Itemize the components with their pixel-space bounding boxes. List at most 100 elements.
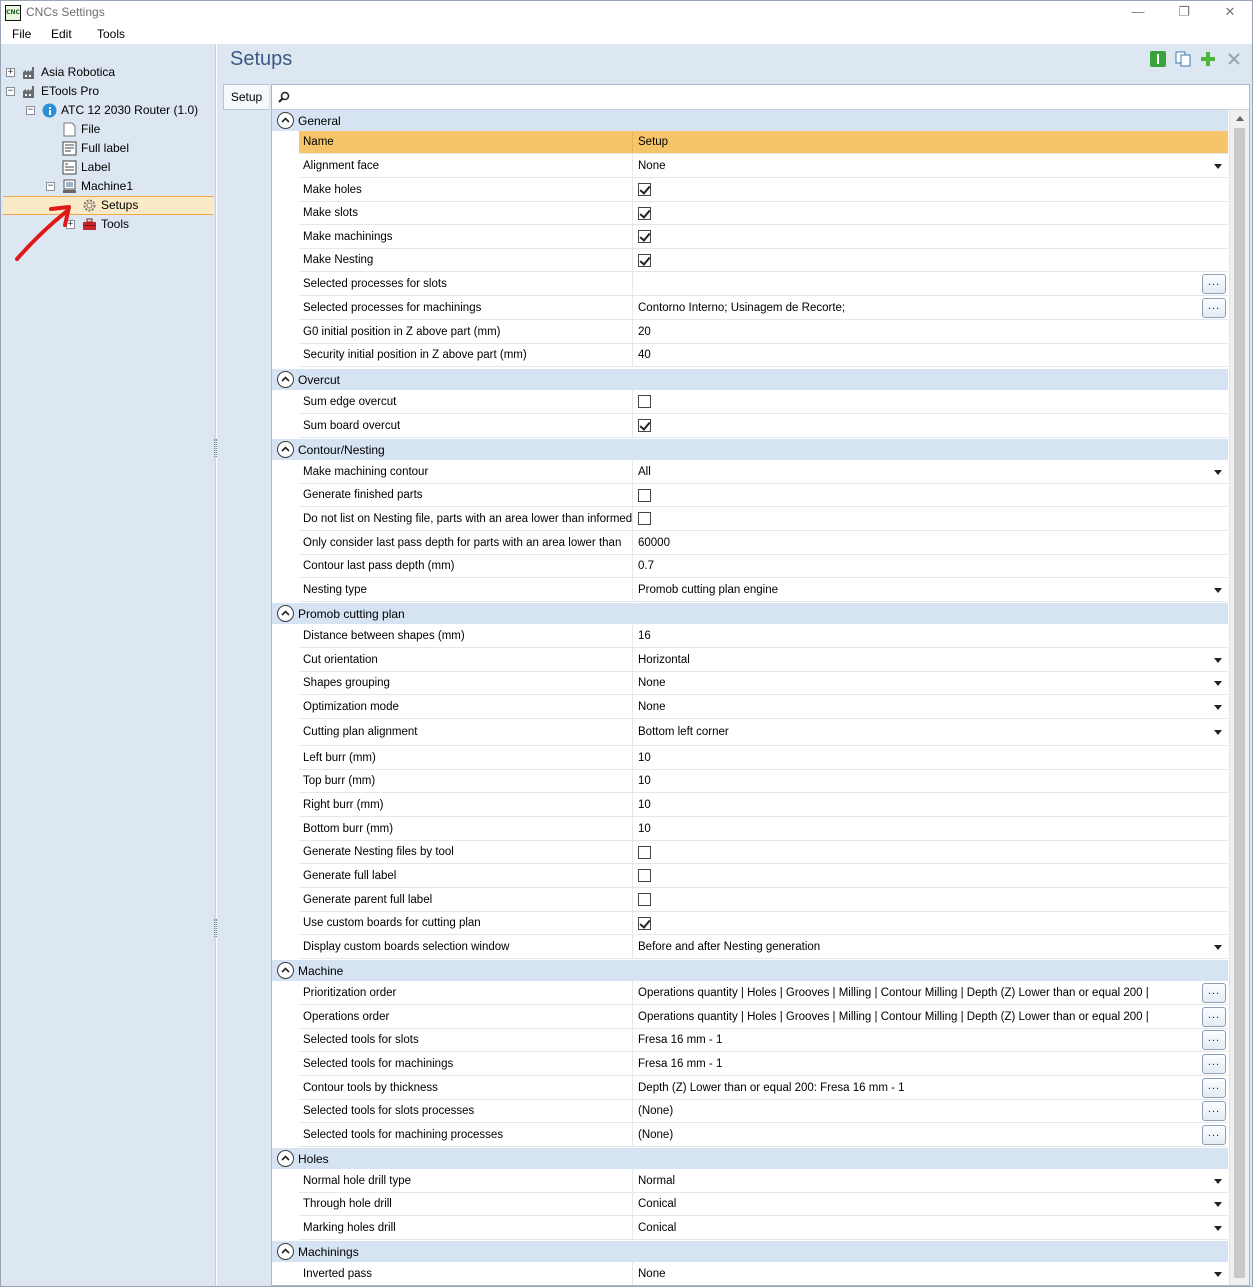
prop-security-initial-position[interactable]: Security initial position in Z above par…	[299, 344, 1228, 367]
prop-distance-between-shapes[interactable]: Distance between shapes (mm) 16	[299, 624, 1228, 648]
prop-value[interactable]: 40	[634, 344, 1228, 366]
prop-value-cell[interactable]: ...	[634, 272, 1228, 295]
ellipsis-button[interactable]: ...	[1202, 982, 1226, 1003]
dropdown-arrow-icon[interactable]	[1214, 704, 1222, 710]
prop-selected-processes-machinings[interactable]: Selected processes for machinings Contor…	[299, 296, 1228, 320]
dropdown-arrow-icon[interactable]	[1214, 1178, 1222, 1184]
prop-selected-tools-machinings[interactable]: Selected tools for machinings Fresa 16 m…	[299, 1052, 1228, 1076]
do-not-list-checkbox[interactable]	[638, 512, 651, 525]
prop-value[interactable]: 0.7	[634, 555, 1228, 577]
info-icon[interactable]	[1150, 51, 1166, 67]
prop-selected-tools-machining-processes[interactable]: Selected tools for machining processes (…	[299, 1123, 1228, 1147]
use-custom-boards-checkbox[interactable]	[638, 916, 651, 930]
dropdown-arrow-icon[interactable]	[1214, 469, 1222, 475]
dropdown-arrow-icon[interactable]	[1214, 657, 1222, 663]
prop-value-dropdown[interactable]: Promob cutting plan engine	[634, 578, 1228, 601]
collapse-chevron-icon[interactable]	[277, 962, 294, 979]
restore-button[interactable]: ❐	[1161, 1, 1207, 24]
generate-full-label-checkbox[interactable]	[638, 869, 651, 882]
category-promob-cutting-plan[interactable]: Promob cutting plan	[272, 603, 1228, 624]
prop-value[interactable]: 16	[634, 624, 1228, 647]
tree-item-file[interactable]: File	[1, 120, 214, 139]
prop-optimization-mode[interactable]: Optimization mode None	[299, 695, 1228, 719]
dropdown-arrow-icon[interactable]	[1214, 1225, 1222, 1231]
dropdown-arrow-icon[interactable]	[1214, 587, 1222, 593]
generate-parent-label-checkbox[interactable]	[638, 893, 651, 906]
prop-through-hole-drill[interactable]: Through hole drill Conical	[299, 1193, 1228, 1216]
prop-use-custom-boards[interactable]: Use custom boards for cutting plan	[299, 912, 1228, 935]
prop-value[interactable]: 10	[634, 793, 1228, 816]
collapse-chevron-icon[interactable]	[277, 112, 294, 129]
dropdown-arrow-icon[interactable]	[1214, 163, 1222, 169]
prop-value-cell[interactable]: Fresa 16 mm - 1...	[634, 1052, 1228, 1075]
prop-value-cell[interactable]: Operations quantity | Holes | Grooves | …	[634, 1005, 1228, 1028]
prop-value-dropdown[interactable]: Conical	[634, 1216, 1228, 1239]
expand-icon[interactable]: +	[6, 68, 15, 77]
prop-inverted-pass[interactable]: Inverted pass None	[299, 1262, 1228, 1285]
vertical-scrollbar[interactable]	[1229, 110, 1249, 1285]
prop-value-dropdown[interactable]: Horizontal	[634, 648, 1228, 671]
prop-make-machinings[interactable]: Make machinings	[299, 225, 1228, 249]
prop-marking-holes-drill[interactable]: Marking holes drill Conical	[299, 1216, 1228, 1240]
nesting-by-tool-checkbox[interactable]	[638, 845, 651, 859]
prop-right-burr[interactable]: Right burr (mm) 10	[299, 793, 1228, 817]
prop-sum-edge-overcut[interactable]: Sum edge overcut	[299, 390, 1228, 414]
prop-cut-orientation[interactable]: Cut orientation Horizontal	[299, 648, 1228, 672]
dropdown-arrow-icon[interactable]	[1214, 730, 1222, 735]
prop-alignment-face[interactable]: Alignment face None	[299, 154, 1228, 178]
prop-display-custom-boards-window[interactable]: Display custom boards selection window B…	[299, 935, 1228, 959]
ellipsis-button[interactable]: ...	[1202, 1124, 1226, 1145]
tree-item-etools-pro[interactable]: − ETools Pro	[1, 82, 214, 101]
prop-generate-full-label[interactable]: Generate full label	[299, 864, 1228, 888]
scrollbar-thumb[interactable]	[1234, 128, 1245, 1278]
category-general[interactable]: General	[272, 110, 1228, 131]
ellipsis-button[interactable]: ...	[1202, 297, 1226, 318]
prop-value-dropdown[interactable]: None	[634, 672, 1228, 694]
prop-nesting-type[interactable]: Nesting type Promob cutting plan engine	[299, 578, 1228, 602]
search-input[interactable]	[294, 88, 1234, 106]
collapse-icon[interactable]: −	[46, 182, 55, 191]
collapse-chevron-icon[interactable]	[277, 371, 294, 388]
collapse-icon[interactable]: −	[6, 87, 15, 96]
ellipsis-button[interactable]: ...	[1202, 1006, 1226, 1027]
menu-edit[interactable]: Edit	[51, 27, 72, 41]
close-button[interactable]: ✕	[1207, 1, 1253, 24]
menu-file[interactable]: File	[12, 27, 31, 41]
tree-item-full-label[interactable]: Full label	[1, 139, 214, 158]
category-holes[interactable]: Holes	[272, 1148, 1228, 1169]
prop-value-dropdown[interactable]: Before and after Nesting generation	[634, 935, 1228, 958]
prop-value[interactable]: 20	[634, 320, 1228, 343]
dropdown-arrow-icon[interactable]	[1214, 1202, 1222, 1207]
make-machinings-checkbox[interactable]	[638, 230, 651, 243]
prop-top-burr[interactable]: Top burr (mm) 10	[299, 770, 1228, 793]
prop-make-nesting[interactable]: Make Nesting	[299, 249, 1228, 272]
collapse-chevron-icon[interactable]	[277, 1243, 294, 1260]
prop-value-dropdown[interactable]: Normal	[634, 1169, 1228, 1192]
prop-make-holes[interactable]: Make holes	[299, 178, 1228, 202]
menu-tools[interactable]: Tools	[97, 27, 125, 41]
prop-generate-finished-parts[interactable]: Generate finished parts	[299, 484, 1228, 507]
delete-icon[interactable]	[1226, 51, 1242, 67]
prop-prioritization-order[interactable]: Prioritization order Operations quantity…	[299, 981, 1228, 1005]
category-overcut[interactable]: Overcut	[272, 369, 1228, 390]
tree-item-atc-router[interactable]: − ATC 12 2030 Router (1.0)	[1, 101, 214, 120]
dropdown-arrow-icon[interactable]	[1214, 1271, 1222, 1277]
prop-operations-order[interactable]: Operations order Operations quantity | H…	[299, 1005, 1228, 1029]
category-machine[interactable]: Machine	[272, 960, 1228, 981]
sum-board-overcut-checkbox[interactable]	[638, 419, 651, 432]
add-icon[interactable]	[1200, 51, 1216, 67]
make-slots-checkbox[interactable]	[638, 206, 651, 220]
make-holes-checkbox[interactable]	[638, 183, 651, 196]
prop-do-not-list-nesting[interactable]: Do not list on Nesting file, parts with …	[299, 507, 1228, 531]
prop-value-cell[interactable]: Depth (Z) Lower than or equal 200: Fresa…	[634, 1076, 1228, 1099]
prop-value-cell[interactable]: Operations quantity | Holes | Grooves | …	[634, 981, 1228, 1004]
prop-value-dropdown[interactable]: Bottom left corner	[634, 719, 1228, 745]
dropdown-arrow-icon[interactable]	[1214, 944, 1222, 950]
ellipsis-button[interactable]: ...	[1202, 273, 1226, 294]
prop-value[interactable]: 10	[634, 817, 1228, 840]
prop-selected-processes-slots[interactable]: Selected processes for slots ...	[299, 272, 1228, 296]
prop-left-burr[interactable]: Left burr (mm) 10	[299, 746, 1228, 770]
prop-shapes-grouping[interactable]: Shapes grouping None	[299, 672, 1228, 695]
prop-value-cell[interactable]: Contorno Interno; Usinagem de Recorte;..…	[634, 296, 1228, 319]
minimize-button[interactable]: —	[1115, 1, 1161, 24]
